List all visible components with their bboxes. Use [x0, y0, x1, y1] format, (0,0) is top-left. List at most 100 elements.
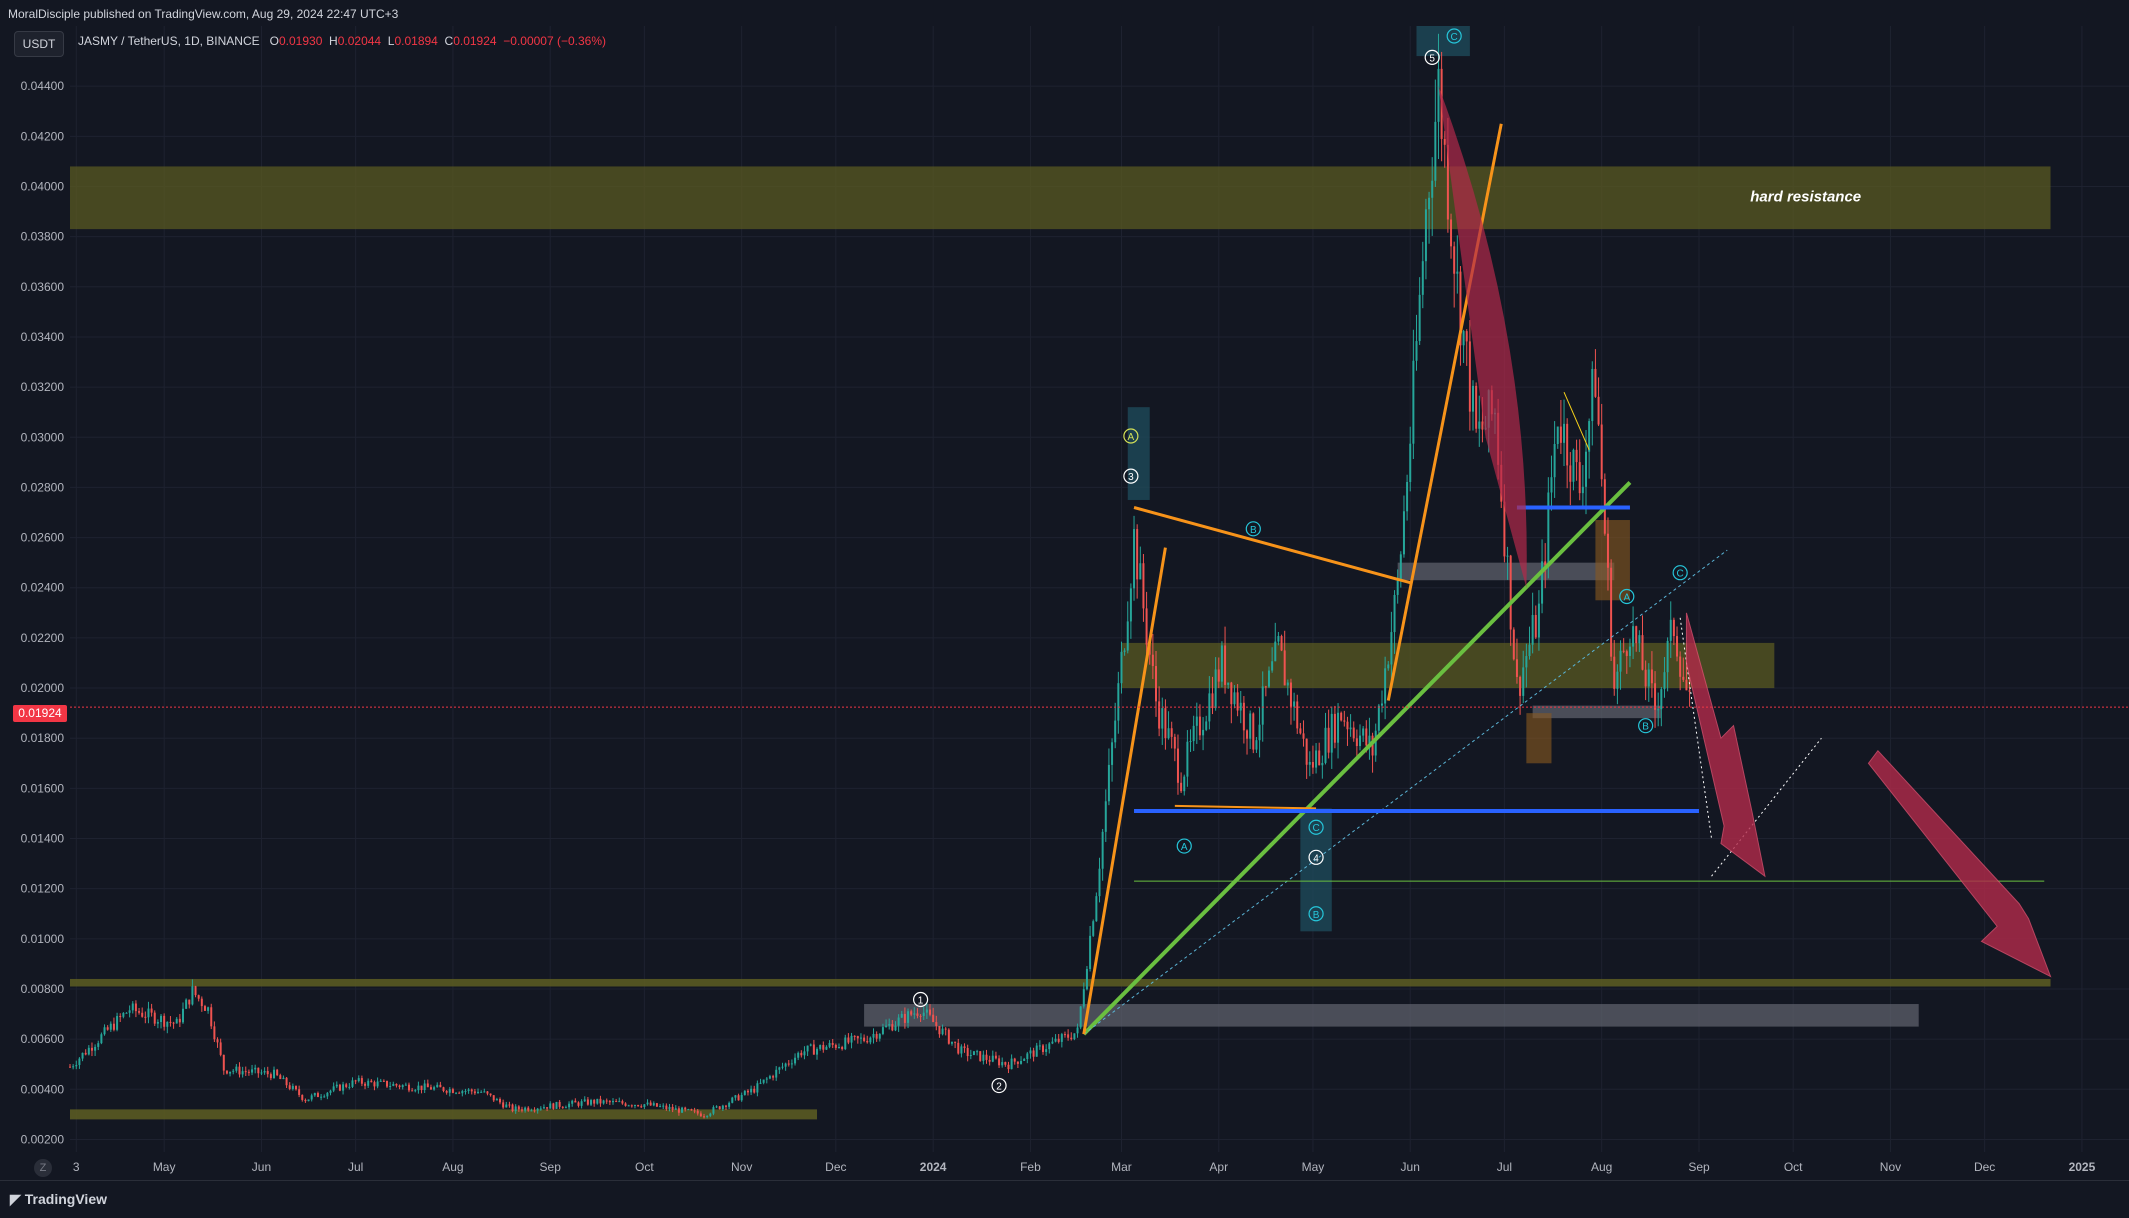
publisher-info: MoralDisciple published on TradingView.c… [8, 7, 399, 21]
candle-body [84, 1052, 87, 1055]
candle-body [530, 1110, 533, 1112]
candle-body [768, 1076, 771, 1079]
candle-body [1359, 735, 1362, 747]
candle-body [957, 1042, 960, 1054]
price-axis[interactable]: 0.00200 0.00400 0.00600 0.00800 0.01000 0.012… [21, 79, 65, 1146]
candle-body [1063, 1034, 1066, 1036]
candle-body [169, 1021, 172, 1023]
candle-body [1547, 492, 1550, 566]
candle-body [1635, 626, 1638, 644]
x-tick-label: Dec [1974, 1160, 1995, 1174]
candle-body [1365, 728, 1368, 746]
x-tick-label: Jun [252, 1160, 271, 1174]
candle-body [611, 1101, 614, 1103]
candle-body [338, 1084, 341, 1091]
hard-resistance-label: hard resistance [1750, 189, 1861, 206]
candle-body [765, 1078, 768, 1080]
candle-body [1289, 682, 1292, 707]
candle-body [1136, 529, 1139, 580]
candle-body [1632, 626, 1635, 647]
candle-body [1305, 738, 1308, 765]
candle-body [756, 1083, 759, 1093]
candle-body [81, 1052, 84, 1059]
candle-body [1343, 720, 1346, 722]
candle-body [1563, 423, 1566, 443]
candle-body [677, 1108, 680, 1113]
zoom-reset-button[interactable]: Z [34, 1159, 52, 1177]
candle-body [436, 1084, 439, 1088]
currency-button[interactable]: USDT [14, 31, 64, 57]
candle-body [1321, 762, 1324, 766]
candle-body [1302, 733, 1305, 739]
candle-body [925, 1009, 928, 1013]
candle-body [687, 1109, 690, 1111]
candle-body [1478, 421, 1481, 429]
y-tick-label: 0.04000 [21, 179, 65, 193]
y-tick-label: 0.00400 [21, 1082, 65, 1096]
candle-body [778, 1067, 781, 1070]
candle-body [633, 1104, 636, 1107]
candle-body [1283, 650, 1286, 686]
candle-body [1688, 690, 1691, 692]
candle-body [900, 1013, 903, 1018]
candle-body [1007, 1064, 1010, 1070]
candle-body [1261, 686, 1264, 725]
candle-body [1531, 614, 1534, 645]
candle-body [1616, 671, 1619, 689]
candle-body [282, 1077, 285, 1080]
candle-body [1220, 645, 1223, 682]
y-tick-label: 0.01200 [21, 882, 65, 896]
candle-body [1180, 782, 1183, 792]
price-chart[interactable]: hard resistance123ABAC4B5CABC 0.002000.0… [0, 0, 2129, 1217]
candle-body [950, 1041, 953, 1044]
time-axis[interactable]: 3 May Jun Jul Aug Sep Oct Nov Dec 2024 Feb Mar Apr Ma… [73, 1160, 2096, 1174]
candle-body [913, 1013, 916, 1015]
orange-triangle-bottom [1174, 804, 1317, 810]
candle-body [929, 1009, 932, 1015]
candle-body [1613, 656, 1616, 689]
candle-body [404, 1084, 407, 1086]
wave-box-3 [1127, 407, 1150, 500]
candle-body [389, 1085, 392, 1087]
candle-body [156, 1021, 159, 1024]
candle-body [414, 1090, 417, 1092]
candle-body [1054, 1038, 1057, 1042]
candle-body [724, 1105, 727, 1107]
candle-body [674, 1108, 677, 1110]
candle-body [888, 1024, 891, 1026]
candle-body [241, 1071, 244, 1075]
candle-body [932, 1014, 935, 1023]
candle-body [988, 1059, 991, 1062]
wave-label-text: A [1623, 593, 1630, 604]
candle-body [473, 1091, 476, 1094]
candle-body [194, 986, 197, 996]
y-tick-label: 0.00600 [21, 1032, 65, 1046]
candle-body [1186, 741, 1189, 777]
candle-body [960, 1046, 963, 1054]
candle-body [1421, 261, 1424, 295]
candle-body [790, 1063, 793, 1065]
candle-body [172, 1022, 175, 1024]
candle-body [254, 1067, 257, 1070]
candle-body [590, 1100, 593, 1105]
candle-body [480, 1091, 483, 1093]
candle-body [191, 986, 194, 1005]
candle-body [433, 1087, 436, 1090]
tradingview-logo[interactable]: ◤ TradingView [10, 1191, 107, 1208]
candle-body [994, 1055, 997, 1059]
candle-body [1522, 667, 1525, 696]
candle-body [495, 1098, 498, 1101]
candle-body [577, 1102, 580, 1106]
candle-body [866, 1040, 869, 1043]
candle-body [1129, 588, 1132, 622]
candle-body [1434, 121, 1437, 181]
y-tick-label: 0.02000 [21, 681, 65, 695]
candle-body [1569, 465, 1572, 482]
x-tick-label: Jul [1497, 1160, 1512, 1174]
candle-body [787, 1063, 790, 1065]
x-tick-label: Aug [442, 1160, 463, 1174]
candle-body [737, 1095, 740, 1101]
candle-body [1107, 764, 1110, 802]
candle-body [266, 1070, 269, 1075]
candle-body [1625, 651, 1628, 656]
